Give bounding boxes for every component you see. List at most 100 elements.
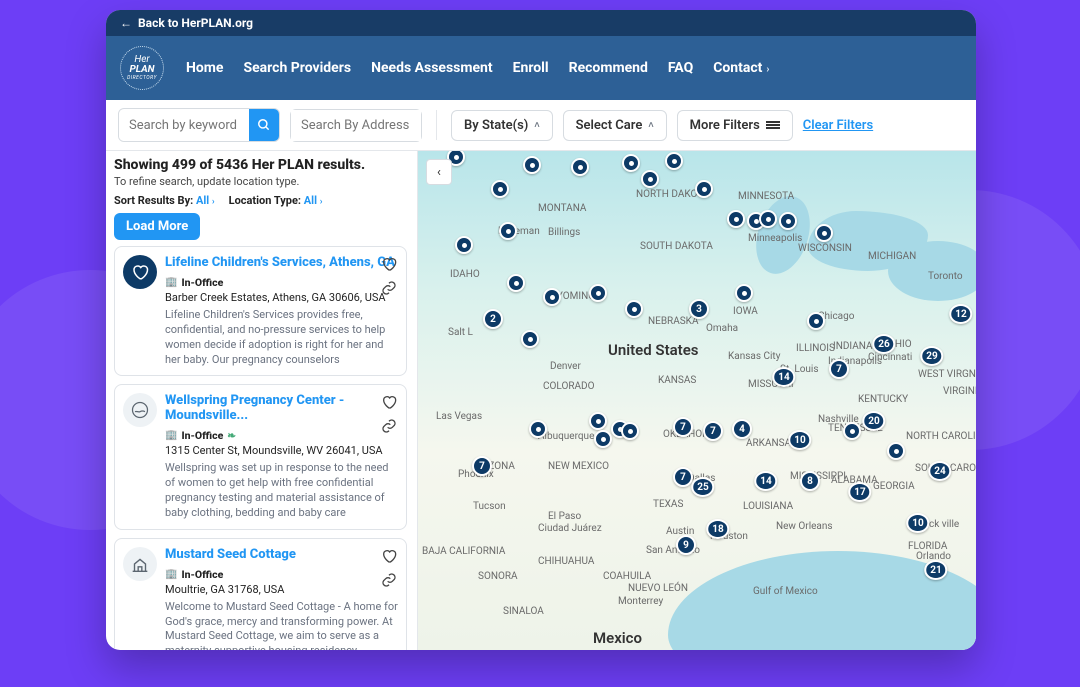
result-title[interactable]: Wellspring Pregnancy Center - Moundsvill… — [165, 393, 398, 423]
map-pin[interactable] — [499, 222, 517, 240]
map-pin[interactable] — [621, 422, 639, 440]
map-cluster[interactable]: 7 — [673, 417, 693, 437]
map-cluster[interactable]: 14 — [772, 367, 795, 387]
map-pin[interactable] — [594, 430, 612, 448]
map-cluster[interactable]: 17 — [848, 482, 871, 502]
map-pin[interactable] — [735, 284, 753, 302]
map-cluster[interactable]: 7 — [673, 467, 693, 487]
nav-home[interactable]: Home — [186, 60, 223, 76]
map-cluster[interactable]: 7 — [703, 421, 723, 441]
map-cluster[interactable]: 14 — [754, 471, 777, 491]
map-label: NORTH CAROLINA — [906, 431, 976, 442]
map-label: LOUISIANA — [743, 501, 793, 512]
map-pin[interactable] — [589, 284, 607, 302]
building-icon: 🏢 — [165, 569, 177, 580]
map-label: SONORA — [478, 571, 518, 582]
nav-needs-assessment[interactable]: Needs Assessment — [371, 60, 493, 76]
favorite-button[interactable] — [380, 393, 398, 411]
address-search — [290, 109, 422, 142]
result-card[interactable]: Wellspring Pregnancy Center - Moundsvill… — [114, 384, 407, 529]
load-more-button[interactable]: Load More — [114, 213, 200, 240]
map-pin[interactable] — [807, 312, 825, 330]
map-pin[interactable] — [571, 158, 589, 176]
nav-faq[interactable]: FAQ — [668, 60, 693, 76]
favorite-button[interactable] — [380, 255, 398, 273]
map-pin[interactable] — [521, 330, 539, 348]
more-filters-button[interactable]: More Filters — [677, 110, 793, 141]
map[interactable]: ‹ United States MONTANABozemanBillingsNO… — [418, 151, 976, 650]
results-sidebar: Showing 499 of 5436 Her PLAN results. To… — [106, 151, 418, 650]
map-cluster[interactable]: 29 — [920, 346, 943, 366]
map-cluster[interactable]: 10 — [906, 513, 929, 533]
collapse-sidebar-button[interactable]: ‹ — [426, 159, 452, 185]
map-pin[interactable] — [507, 274, 525, 292]
map-pin[interactable] — [491, 180, 509, 198]
map-label: SOUTH DAKOTA — [640, 241, 713, 252]
favorite-button[interactable] — [380, 547, 398, 565]
back-label: Back to HerPLAN.org — [138, 16, 253, 30]
map-center-label: United States — [608, 341, 698, 359]
map-pin[interactable] — [641, 170, 659, 188]
result-address: Barber Creek Estates, Athens, GA 30606, … — [165, 291, 398, 304]
sort-row: Sort Results By: All › Location Type: Al… — [114, 194, 409, 207]
map-label: Albuquerque — [538, 431, 594, 442]
nav-recommend[interactable]: Recommend — [569, 60, 648, 76]
map-pin[interactable] — [523, 156, 541, 174]
map-cluster[interactable]: 7 — [829, 359, 849, 379]
map-pin[interactable] — [695, 180, 713, 198]
map-pin[interactable] — [455, 236, 473, 254]
map-cluster[interactable]: 4 — [732, 419, 752, 439]
search-button[interactable] — [249, 109, 279, 141]
map-pin[interactable] — [815, 224, 833, 242]
map-label: VIRGINIA — [943, 386, 976, 397]
map-pin[interactable] — [665, 152, 683, 170]
nav-search-providers[interactable]: Search Providers — [243, 60, 351, 76]
map-cluster[interactable]: 8 — [800, 471, 820, 491]
map-pin[interactable] — [727, 210, 745, 228]
keyword-input[interactable] — [119, 110, 249, 141]
back-link[interactable]: ← Back to HerPLAN.org — [120, 16, 253, 30]
nav-enroll[interactable]: Enroll — [513, 60, 549, 76]
map-cluster[interactable]: 12 — [949, 304, 972, 324]
map-pin[interactable] — [759, 210, 777, 228]
logo[interactable]: Her PLAN DIRECTORY — [120, 46, 164, 90]
address-input[interactable] — [291, 110, 421, 141]
location-type-select[interactable]: All › — [304, 194, 323, 207]
share-link-button[interactable] — [380, 571, 398, 589]
map-cluster[interactable]: 2 — [483, 309, 503, 329]
result-card[interactable]: Lifeline Children's Services, Athens, GA… — [114, 246, 407, 376]
map-pin[interactable] — [779, 212, 797, 230]
map-cluster[interactable]: 20 — [862, 411, 885, 431]
map-label: Cincinnati — [868, 352, 912, 363]
map-label: INDIANA — [833, 341, 873, 352]
map-cluster[interactable]: 18 — [706, 519, 729, 539]
map-pin[interactable] — [529, 420, 547, 438]
map-pin[interactable] — [589, 412, 607, 430]
map-pin[interactable] — [543, 288, 561, 306]
building-icon: 🏢 — [165, 430, 177, 441]
share-link-button[interactable] — [380, 417, 398, 435]
clear-filters-link[interactable]: Clear Filters — [803, 118, 873, 133]
map-cluster[interactable]: 26 — [872, 334, 895, 354]
select-care-filter[interactable]: Select Care ˄ — [563, 110, 667, 141]
nav-contact[interactable]: Contact› — [713, 60, 769, 76]
map-cluster[interactable]: 10 — [788, 430, 811, 450]
map-pin[interactable] — [843, 422, 861, 440]
by-state-filter[interactable]: By State(s) ˄ — [451, 110, 553, 141]
map-pin[interactable] — [887, 442, 905, 460]
share-link-button[interactable] — [380, 279, 398, 297]
map-cluster[interactable]: 9 — [676, 535, 696, 555]
result-title[interactable]: Mustard Seed Cottage — [165, 547, 398, 562]
result-title[interactable]: Lifeline Children's Services, Athens, GA — [165, 255, 398, 270]
app-window: ← Back to HerPLAN.org Her PLAN DIRECTORY… — [106, 10, 976, 650]
map-pin[interactable] — [622, 154, 640, 172]
map-cluster[interactable]: 3 — [689, 299, 709, 319]
sort-by-select[interactable]: All › — [196, 194, 215, 207]
nav-links: Home Search Providers Needs Assessment Enro… — [186, 60, 769, 76]
result-card[interactable]: Mustard Seed Cottage🏢In-OfficeMoultrie, … — [114, 538, 407, 650]
map-cluster[interactable]: 7 — [472, 456, 492, 476]
map-cluster[interactable]: 25 — [691, 477, 714, 497]
map-pin[interactable] — [625, 300, 643, 318]
results-list[interactable]: Lifeline Children's Services, Athens, GA… — [114, 246, 409, 650]
map-cluster[interactable]: 24 — [928, 461, 951, 481]
